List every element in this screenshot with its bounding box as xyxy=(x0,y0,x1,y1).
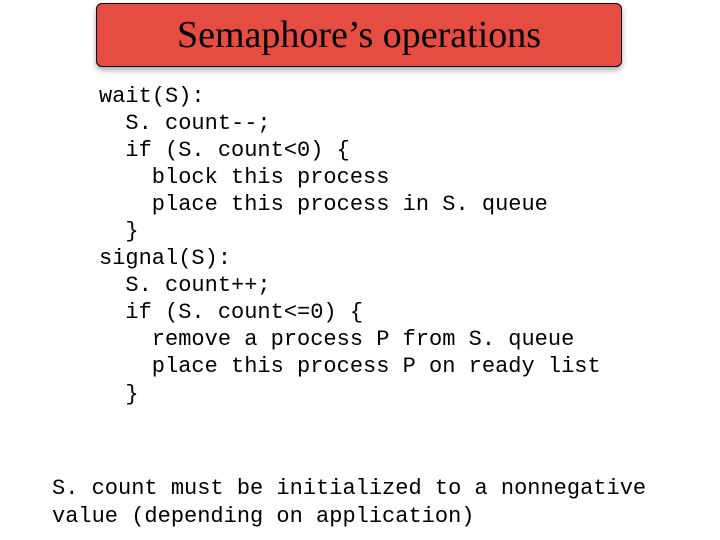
slide-title: Semaphore’s operations xyxy=(177,13,541,57)
title-bar: Semaphore’s operations xyxy=(96,3,622,67)
code-block: wait(S): S. count--; if (S. count<0) { b… xyxy=(99,83,601,408)
footer-note: S. count must be initialized to a nonneg… xyxy=(52,475,646,530)
